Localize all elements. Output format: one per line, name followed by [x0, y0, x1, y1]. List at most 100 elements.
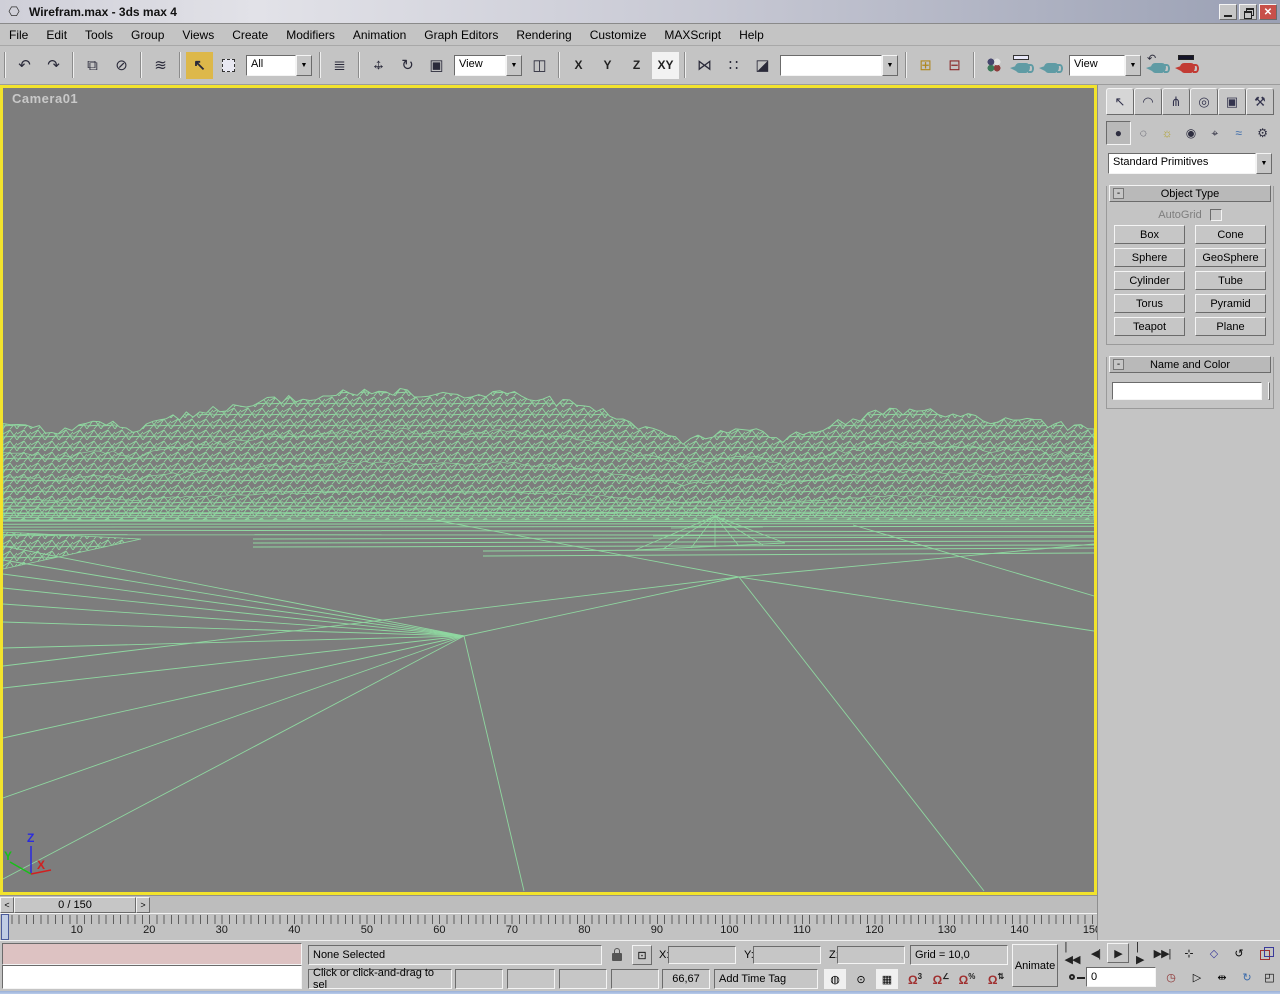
restrict-y-button[interactable]: Y: [594, 52, 621, 79]
menu-item[interactable]: Modifiers: [277, 25, 344, 45]
arc-rotate-button[interactable]: ↺: [1228, 943, 1250, 963]
reference-coordinate-dropdown[interactable]: View ▼: [454, 55, 522, 76]
named-selection-dropdown[interactable]: ▼: [780, 55, 898, 76]
menu-item[interactable]: Create: [223, 25, 277, 45]
dropdown-arrow-icon[interactable]: ▼: [296, 55, 312, 76]
angle-snap-toggle[interactable]: Ω∠: [929, 969, 953, 989]
menu-item[interactable]: Customize: [581, 25, 656, 45]
arc-rotate-subobject-button[interactable]: ↻: [1236, 967, 1258, 987]
select-and-rotate-button[interactable]: ↻: [394, 52, 421, 79]
maxscript-listener-output[interactable]: [2, 965, 302, 989]
pan-button[interactable]: ⇹: [1211, 967, 1233, 987]
time-slider-handle[interactable]: 0 / 150: [14, 897, 136, 913]
tab-create[interactable]: ↖: [1106, 88, 1134, 115]
primitive-button[interactable]: Box: [1114, 225, 1185, 244]
object-color-swatch[interactable]: [1268, 382, 1270, 400]
previous-frame-button[interactable]: ◀|: [1087, 943, 1104, 963]
current-frame-field[interactable]: 0: [1086, 967, 1156, 987]
redo-button[interactable]: ↷: [40, 52, 67, 79]
window-crossing-toggle[interactable]: ▦: [876, 969, 898, 989]
absolute-offset-toggle[interactable]: ⊡: [632, 945, 652, 965]
restrict-x-button[interactable]: X: [565, 52, 592, 79]
spinner-snap-toggle[interactable]: Ω⇅: [984, 969, 1008, 989]
collapse-icon[interactable]: -: [1113, 188, 1124, 199]
collapse-icon[interactable]: -: [1113, 359, 1124, 370]
name-color-header[interactable]: - Name and Color: [1109, 356, 1271, 373]
next-frame-button[interactable]: |▶: [1132, 943, 1149, 963]
mirror-button[interactable]: ⋈: [691, 52, 718, 79]
menu-item[interactable]: Tools: [76, 25, 122, 45]
track-bar-cursor[interactable]: [1, 914, 9, 940]
previous-frame-arrow[interactable]: <: [0, 897, 14, 913]
tab-display[interactable]: ▣: [1218, 88, 1246, 115]
close-button[interactable]: ✕: [1259, 4, 1277, 20]
menu-item[interactable]: Edit: [37, 25, 76, 45]
category-helpers-button[interactable]: ⌖: [1203, 121, 1226, 145]
min-max-toggle-button[interactable]: [1254, 943, 1278, 963]
tab-modify[interactable]: ◠: [1134, 88, 1162, 115]
zoom-extents-button[interactable]: ⊹: [1178, 943, 1200, 963]
category-geometry-button[interactable]: ●: [1106, 121, 1131, 145]
time-slider[interactable]: < 0 / 150 >: [0, 895, 1097, 913]
play-button[interactable]: ▶: [1107, 943, 1129, 963]
primitive-button[interactable]: Teapot: [1114, 317, 1185, 336]
primitive-button[interactable]: Pyramid: [1195, 294, 1266, 313]
selection-region-button[interactable]: [215, 52, 242, 79]
z-coord-field[interactable]: [837, 946, 905, 964]
menu-item[interactable]: Graph Editors: [415, 25, 507, 45]
category-shapes-button[interactable]: ◌: [1132, 121, 1155, 145]
x-coord-field[interactable]: [668, 946, 736, 964]
menu-item[interactable]: File: [0, 25, 37, 45]
primitive-button[interactable]: GeoSphere: [1195, 248, 1266, 267]
use-pivot-center-button[interactable]: ◫: [526, 52, 553, 79]
select-and-link-button[interactable]: ⧉: [79, 52, 106, 79]
primitive-button[interactable]: Cylinder: [1114, 271, 1185, 290]
menu-item[interactable]: Help: [730, 25, 773, 45]
restore-button[interactable]: [1239, 4, 1257, 20]
select-object-button[interactable]: ↖: [186, 52, 213, 79]
render-last-button[interactable]: ↶: [1145, 52, 1172, 79]
quick-render-button[interactable]: [1038, 52, 1065, 79]
region-zoom-button[interactable]: ◰: [1260, 967, 1279, 987]
tab-hierarchy[interactable]: ⋔: [1162, 88, 1190, 115]
go-to-end-button[interactable]: ▶▶|: [1152, 943, 1172, 963]
viewport-label[interactable]: Camera01: [12, 91, 78, 106]
minimize-button[interactable]: [1219, 4, 1237, 20]
dropdown-arrow-icon[interactable]: ▼: [506, 55, 522, 76]
category-lights-button[interactable]: ☼: [1156, 121, 1179, 145]
primitive-button[interactable]: Sphere: [1114, 248, 1185, 267]
dropdown-arrow-icon[interactable]: ▼: [1256, 153, 1272, 174]
primitive-button[interactable]: Plane: [1195, 317, 1266, 336]
object-type-header[interactable]: - Object Type: [1109, 185, 1271, 202]
track-view-button[interactable]: ⊞: [912, 52, 939, 79]
material-editor-button[interactable]: [980, 52, 1007, 79]
primitive-button[interactable]: Tube: [1195, 271, 1266, 290]
title-bar[interactable]: ⎔ Wirefram.max - 3ds max 4 ✕: [0, 0, 1280, 24]
primitive-button[interactable]: Torus: [1114, 294, 1185, 313]
schematic-view-button[interactable]: ⊟: [941, 52, 968, 79]
category-spacewarps-button[interactable]: ≈: [1227, 121, 1250, 145]
add-time-tag[interactable]: Add Time Tag: [714, 969, 818, 989]
align-button[interactable]: ◪: [749, 52, 776, 79]
autogrid-checkbox[interactable]: [1210, 209, 1222, 221]
array-button[interactable]: ∷: [720, 52, 747, 79]
category-cameras-button[interactable]: ◉: [1180, 121, 1203, 145]
tab-utilities[interactable]: ⚒: [1246, 88, 1274, 115]
menu-item[interactable]: Animation: [344, 25, 415, 45]
primitive-category-dropdown[interactable]: Standard Primitives ▼: [1108, 153, 1272, 174]
activeshade-button[interactable]: [1174, 52, 1201, 79]
time-value-field[interactable]: 66,67: [662, 969, 710, 989]
animate-button[interactable]: Animate: [1012, 944, 1058, 987]
snap-toggle-3d[interactable]: Ω3: [903, 969, 927, 989]
maxscript-listener-input[interactable]: [2, 943, 302, 965]
bind-to-spacewarp-button[interactable]: ≋: [147, 52, 174, 79]
select-and-move-button[interactable]: ↔↕: [365, 52, 392, 79]
render-scene-button[interactable]: [1009, 52, 1036, 79]
camera-viewport[interactable]: ZYX Camera01: [0, 85, 1097, 895]
zoom-extents-all-button[interactable]: ◇: [1203, 943, 1225, 963]
menu-item[interactable]: Group: [122, 25, 173, 45]
selection-filter-dropdown[interactable]: All ▼: [246, 55, 312, 76]
percent-snap-toggle[interactable]: Ω%: [955, 969, 979, 989]
undo-button[interactable]: ↶: [11, 52, 38, 79]
category-systems-button[interactable]: ⚙: [1251, 121, 1274, 145]
